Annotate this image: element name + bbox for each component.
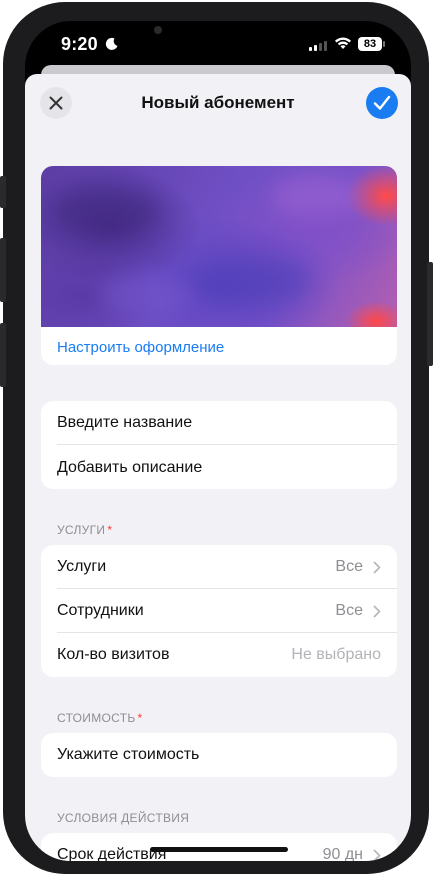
name-input[interactable]: Введите название xyxy=(57,414,192,432)
services-section-header: УСЛУГИ * xyxy=(57,523,113,537)
page-title: Новый абонемент xyxy=(141,93,295,112)
cover-card: Настроить оформление xyxy=(41,166,397,365)
price-card: Укажите стоимость xyxy=(41,733,397,777)
required-mark: * xyxy=(107,523,113,537)
customize-design-link[interactable]: Настроить оформление xyxy=(57,339,224,356)
cover-image xyxy=(41,166,397,327)
checkmark-icon xyxy=(373,95,391,110)
battery-icon: 83 xyxy=(358,37,385,51)
add-description-row[interactable]: Добавить описание xyxy=(41,445,397,489)
screen: 9:20 83 Новый абонемент Настроить оформл… xyxy=(25,21,411,861)
chevron-right-icon xyxy=(373,849,381,861)
cellular-signal-icon xyxy=(309,41,327,51)
name-input-row[interactable]: Введите название xyxy=(41,401,397,445)
conditions-section-header: УСЛОВИЯ ДЕЙСТВИЯ xyxy=(57,811,190,825)
volume-up-button xyxy=(0,238,6,302)
moon-icon xyxy=(105,37,118,50)
add-description-link[interactable]: Добавить описание xyxy=(57,459,202,477)
services-card: Услуги Все Сотрудники Все Кол-во визитов… xyxy=(41,545,397,677)
wifi-icon xyxy=(335,37,351,49)
volume-down-button xyxy=(0,323,6,387)
required-mark: * xyxy=(137,711,143,725)
status-time: 9:20 xyxy=(61,34,119,55)
employees-row[interactable]: Сотрудники Все xyxy=(41,589,397,633)
nav-bar: Новый абонемент xyxy=(25,74,411,134)
power-button xyxy=(427,262,433,366)
price-input-row[interactable]: Укажите стоимость xyxy=(41,733,397,777)
front-camera xyxy=(154,26,162,34)
chevron-right-icon xyxy=(373,561,381,574)
name-card: Введите название Добавить описание xyxy=(41,401,397,489)
phone-frame: 9:20 83 Новый абонемент Настроить оформл… xyxy=(3,2,429,874)
chevron-right-icon xyxy=(373,605,381,618)
home-indicator[interactable] xyxy=(150,847,288,852)
status-bar: 9:20 83 xyxy=(25,21,411,69)
services-row[interactable]: Услуги Все xyxy=(41,545,397,589)
visits-count-row[interactable]: Кол-во визитов Не выбрано xyxy=(41,633,397,677)
new-subscription-sheet: Новый абонемент Настроить оформление Вве… xyxy=(25,74,411,861)
silent-switch xyxy=(0,176,6,208)
done-button[interactable] xyxy=(366,87,398,119)
price-section-header: СТОИМОСТЬ * xyxy=(57,711,143,725)
price-input[interactable]: Укажите стоимость xyxy=(57,746,199,764)
